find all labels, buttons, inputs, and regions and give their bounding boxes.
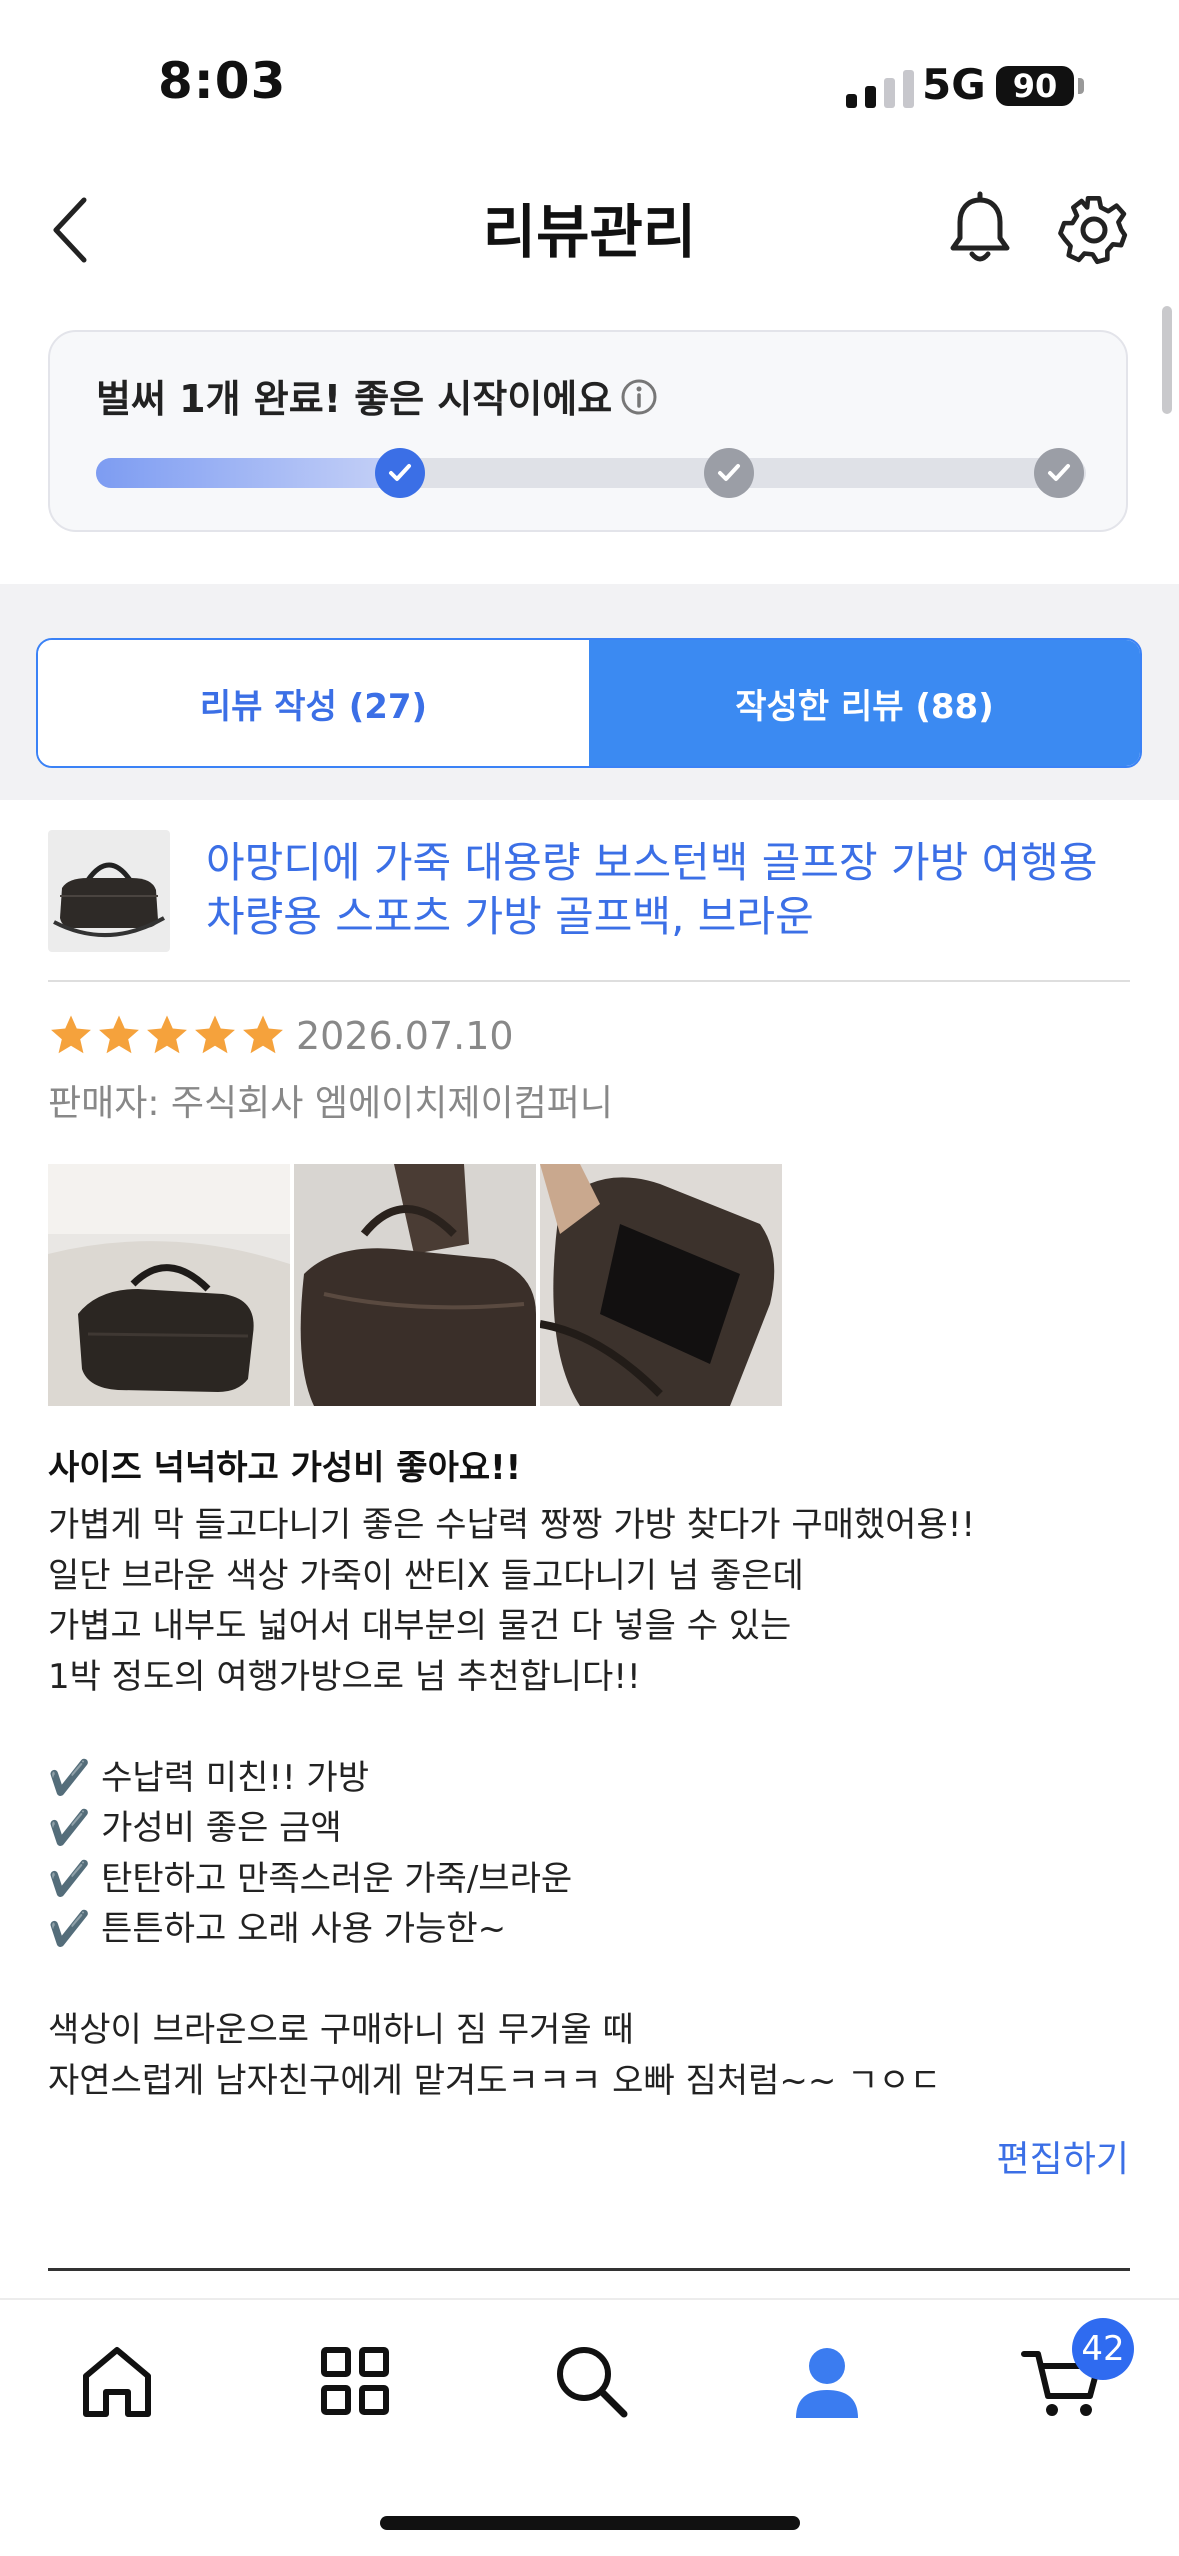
review-tabs: 리뷰 작성 (27) 작성한 리뷰 (88) [36, 638, 1142, 768]
gear-icon[interactable] [1054, 190, 1134, 270]
divider [48, 980, 1130, 982]
review-date: 2026.07.10 [296, 1014, 514, 1058]
review-photo-1[interactable] [48, 1164, 290, 1406]
tab-written-reviews[interactable]: 작성한 리뷰 (88) [589, 640, 1140, 766]
star-icon [147, 1015, 187, 1054]
status-time: 8:03 [158, 52, 287, 110]
review-headline: 사이즈 넉넉하고 가성비 좋아요!! [48, 1448, 522, 1488]
cart-badge: 42 [1072, 2318, 1134, 2380]
product-thumbnail[interactable] [48, 830, 170, 952]
seller-name: 판매자: 주식회사 엠에이치제이컴퍼니 [48, 1083, 613, 1124]
rating-stars [48, 1012, 286, 1058]
progress-message: 벌써 1개 완료! 좋은 시작이에요 [96, 377, 613, 421]
section-divider [48, 2268, 1130, 2271]
progress-step-2-check-icon [704, 448, 754, 498]
scrollbar-thumb[interactable] [1162, 306, 1172, 414]
progress-card [48, 330, 1128, 532]
search-icon[interactable] [546, 2336, 636, 2426]
network-label: 5G [922, 60, 986, 109]
profile-icon[interactable] [782, 2336, 872, 2426]
review-photos [48, 1164, 782, 1406]
battery-tip [1078, 78, 1084, 94]
category-grid-icon[interactable] [310, 2336, 400, 2426]
star-icon [99, 1015, 139, 1054]
review-photo-2[interactable] [294, 1164, 536, 1406]
product-title-link[interactable]: 아망디에 가죽 대용량 보스턴백 골프장 가방 여행용 차량용 스포츠 가방 골… [206, 836, 1126, 944]
info-icon[interactable] [620, 378, 658, 416]
star-icon [195, 1015, 235, 1054]
tab-write-review[interactable]: 리뷰 작성 (27) [38, 640, 589, 766]
progress-fill [96, 458, 403, 488]
star-icon [243, 1015, 283, 1054]
home-icon[interactable] [72, 2336, 162, 2426]
star-icon [51, 1015, 91, 1054]
bell-icon[interactable] [940, 190, 1020, 270]
progress-step-1-check-icon [375, 448, 425, 498]
progress-step-3-check-icon [1034, 448, 1084, 498]
review-photo-3[interactable] [540, 1164, 782, 1406]
home-indicator [380, 2516, 800, 2530]
review-body: 가볍게 막 들고다니기 좋은 수납력 짱짱 가방 찾다가 구매했어용!! 일단 … [48, 1505, 975, 2101]
battery-indicator: 90 [996, 66, 1074, 106]
edit-review-link[interactable]: 편집하기 [997, 2130, 1129, 2182]
signal-icon [846, 70, 914, 108]
